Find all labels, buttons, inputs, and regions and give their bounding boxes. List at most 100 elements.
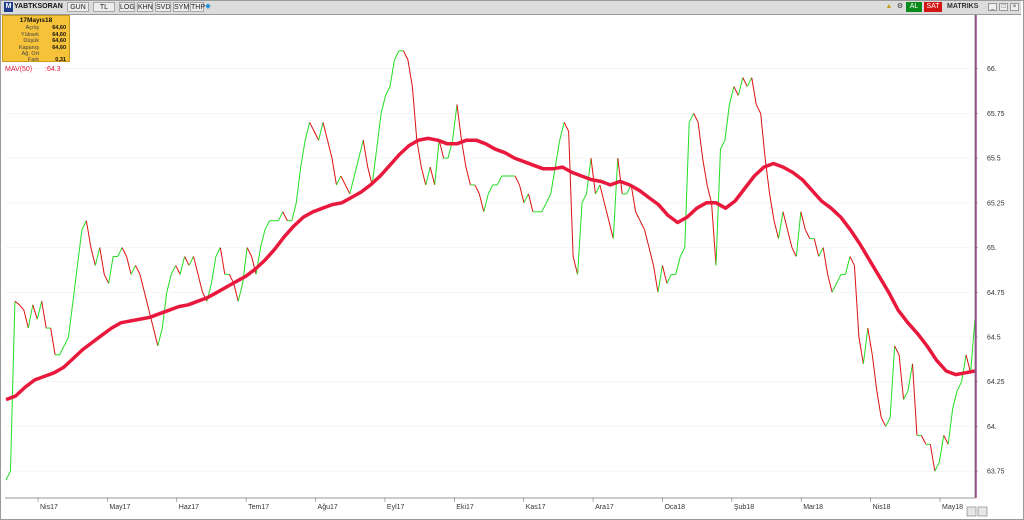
- price-segment: [318, 122, 324, 141]
- price-segment: [733, 86, 739, 96]
- price-segment: [550, 166, 556, 194]
- price-segment: [496, 175, 503, 186]
- price-segment: [693, 113, 699, 123]
- price-segment: [554, 140, 561, 168]
- y-tick-label: 64.5: [987, 335, 1001, 342]
- price-segment: [934, 461, 940, 472]
- price-segment: [666, 274, 672, 284]
- price-segment: [635, 211, 641, 221]
- x-tick-label: Ağu17: [318, 504, 338, 511]
- price-segment: [300, 140, 306, 168]
- price-segment: [786, 229, 793, 248]
- price-segment: [353, 157, 360, 177]
- price-segment: [197, 274, 203, 293]
- scroll-left-icon[interactable]: [966, 506, 977, 517]
- y-tick-label: 65.: [987, 245, 997, 252]
- price-segment: [474, 184, 480, 195]
- price-segment: [452, 104, 458, 141]
- scroll-controls: [966, 506, 988, 517]
- price-segment: [849, 256, 855, 266]
- price-segment: [523, 193, 529, 204]
- info-value: 0,31: [55, 57, 66, 63]
- price-segment: [818, 247, 824, 257]
- price-segment: [836, 274, 842, 284]
- price-segment: [215, 247, 221, 257]
- price-segment: [831, 283, 838, 293]
- price-segment: [282, 211, 288, 221]
- price-segment: [885, 417, 891, 427]
- x-tick-label: Eyl17: [387, 504, 405, 511]
- price-segment: [920, 435, 927, 445]
- price-segment: [952, 390, 958, 409]
- price-segment: [429, 166, 436, 186]
- grid: [5, 68, 975, 472]
- price-segment: [514, 175, 520, 186]
- price-segment: [376, 113, 382, 150]
- price-segment: [956, 381, 963, 391]
- price-segment: [903, 390, 909, 400]
- price-chart[interactable]: 66. 65.75 65.5 65.25 65. 64.75 64.5 64.25 64. 63.…: [0, 0, 1024, 520]
- price-segment: [108, 256, 114, 284]
- info-row-diff: Fark 0,31: [3, 57, 69, 64]
- x-axis: Nis17 May17 Haz17 Tem17 Ağu17 Eyl17 Eki17 Kas17…: [5, 497, 975, 511]
- price-segment: [358, 140, 364, 159]
- x-tick-label: May18: [942, 504, 963, 511]
- price-segment: [608, 220, 614, 239]
- price-segment: [416, 140, 422, 168]
- price-segment: [380, 95, 387, 114]
- price-segment: [894, 345, 900, 356]
- price-segment: [594, 184, 601, 195]
- price-segment: [773, 220, 780, 239]
- price-segment: [389, 59, 395, 87]
- price-segment: [519, 184, 525, 203]
- price-segment: [277, 211, 284, 221]
- price-segment: [652, 265, 659, 293]
- price-segment: [143, 292, 150, 311]
- price-segment: [702, 158, 708, 186]
- price-segment: [898, 354, 905, 400]
- price-segment: [737, 77, 744, 96]
- x-tick-label: Ara17: [595, 504, 614, 511]
- price-segment: [871, 354, 878, 391]
- price-segment: [344, 184, 351, 195]
- price-segment: [50, 327, 56, 355]
- price-segment: [577, 202, 583, 275]
- price-segment: [563, 122, 570, 132]
- price-segment: [349, 175, 355, 195]
- price-segment: [90, 247, 96, 266]
- price-segment: [460, 140, 467, 168]
- info-date: 17Mayıs18: [19, 17, 53, 24]
- y-tick-label: 65.75: [987, 111, 1005, 118]
- price-segment: [139, 274, 145, 293]
- price-segment: [335, 175, 342, 186]
- price-segment: [822, 247, 829, 275]
- price-segment: [103, 274, 110, 284]
- price-segment: [795, 211, 802, 257]
- price-segment: [420, 166, 427, 186]
- price-segment: [487, 184, 494, 195]
- price-segment: [246, 247, 253, 257]
- price-segment: [688, 113, 695, 123]
- price-segment: [938, 435, 945, 463]
- price-segment: [94, 247, 101, 266]
- price-segment: [304, 122, 311, 141]
- price-segment: [541, 202, 547, 213]
- price-segment: [599, 184, 605, 203]
- price-segment: [800, 211, 806, 230]
- price-segment: [85, 220, 92, 248]
- price-segment: [291, 202, 297, 221]
- y-tick-label: 65.25: [987, 200, 1005, 207]
- price-segment: [402, 50, 409, 60]
- price-segment: [751, 77, 757, 105]
- price-segment: [121, 247, 128, 257]
- price-segment: [59, 345, 65, 356]
- price-segment: [845, 256, 851, 275]
- ohlc-info-box: 17Mayıs18 Açılış 64,60 Yüksek 64,60 Düşü…: [2, 15, 70, 64]
- price-segment: [255, 247, 262, 275]
- price-segment: [559, 122, 565, 141]
- scroll-right-icon[interactable]: [977, 506, 988, 517]
- price-segment: [880, 417, 887, 427]
- price-segment: [791, 247, 797, 257]
- indicator-label[interactable]: MAV(50): [5, 66, 32, 73]
- price-segment: [264, 220, 270, 230]
